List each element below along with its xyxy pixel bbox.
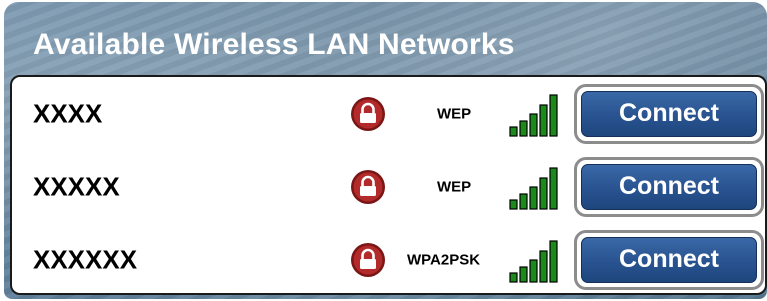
wireless-networks-screen: Available Wireless LAN Networks XXXX WEP xyxy=(4,2,767,299)
security-type: WEP xyxy=(437,105,472,122)
network-row: XXXXX WEP Connect xyxy=(12,150,765,223)
connect-button[interactable]: Connect xyxy=(574,83,764,144)
connect-button[interactable]: Connect xyxy=(574,156,764,217)
network-list: XXXX WEP Connect XXXXX WEP Connect XXXXX… xyxy=(10,75,767,295)
connect-button[interactable]: Connect xyxy=(574,229,764,290)
network-row: XXXXXX WPA2PSK Connect xyxy=(12,223,765,296)
connect-button-label: Connect xyxy=(581,236,757,283)
network-ssid: XXXXX xyxy=(33,171,120,201)
lock-icon xyxy=(350,242,386,278)
page-title: Available Wireless LAN Networks xyxy=(33,28,515,61)
network-ssid: XXXXXX xyxy=(33,244,138,274)
connect-button-label: Connect xyxy=(581,90,757,137)
network-row: XXXX WEP Connect xyxy=(12,77,765,150)
lock-icon xyxy=(350,169,386,205)
security-type: WEP xyxy=(437,178,472,195)
signal-strength-icon xyxy=(508,236,568,284)
signal-strength-icon xyxy=(508,90,568,138)
security-type: WPA2PSK xyxy=(407,251,481,268)
lock-icon xyxy=(350,96,386,132)
network-ssid: XXXX xyxy=(33,98,103,128)
connect-button-label: Connect xyxy=(581,163,757,210)
signal-strength-icon xyxy=(508,163,568,211)
